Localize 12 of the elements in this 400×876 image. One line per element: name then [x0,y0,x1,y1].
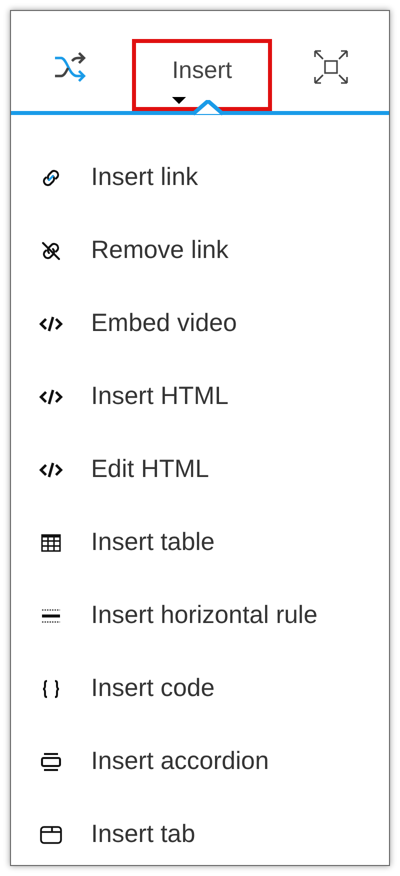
menu-item[interactable]: Insert horizontal rule [11,579,389,652]
menu-item[interactable]: Insert table [11,506,389,579]
menu-item[interactable]: Edit HTML [11,433,389,506]
menu-item[interactable]: Insert code [11,652,389,725]
menu-item[interactable]: Embed video [11,287,389,360]
menu-item[interactable]: Insert HTML [11,360,389,433]
menu-item[interactable]: Insert accordion [11,725,389,798]
dropdown-caret-icon [172,97,186,104]
menu-item[interactable]: Insert tab [11,798,389,871]
menu-item[interactable]: Remove link [11,214,389,287]
menu-item[interactable]: Insert link [11,141,389,214]
fullscreen-icon[interactable] [313,49,349,85]
